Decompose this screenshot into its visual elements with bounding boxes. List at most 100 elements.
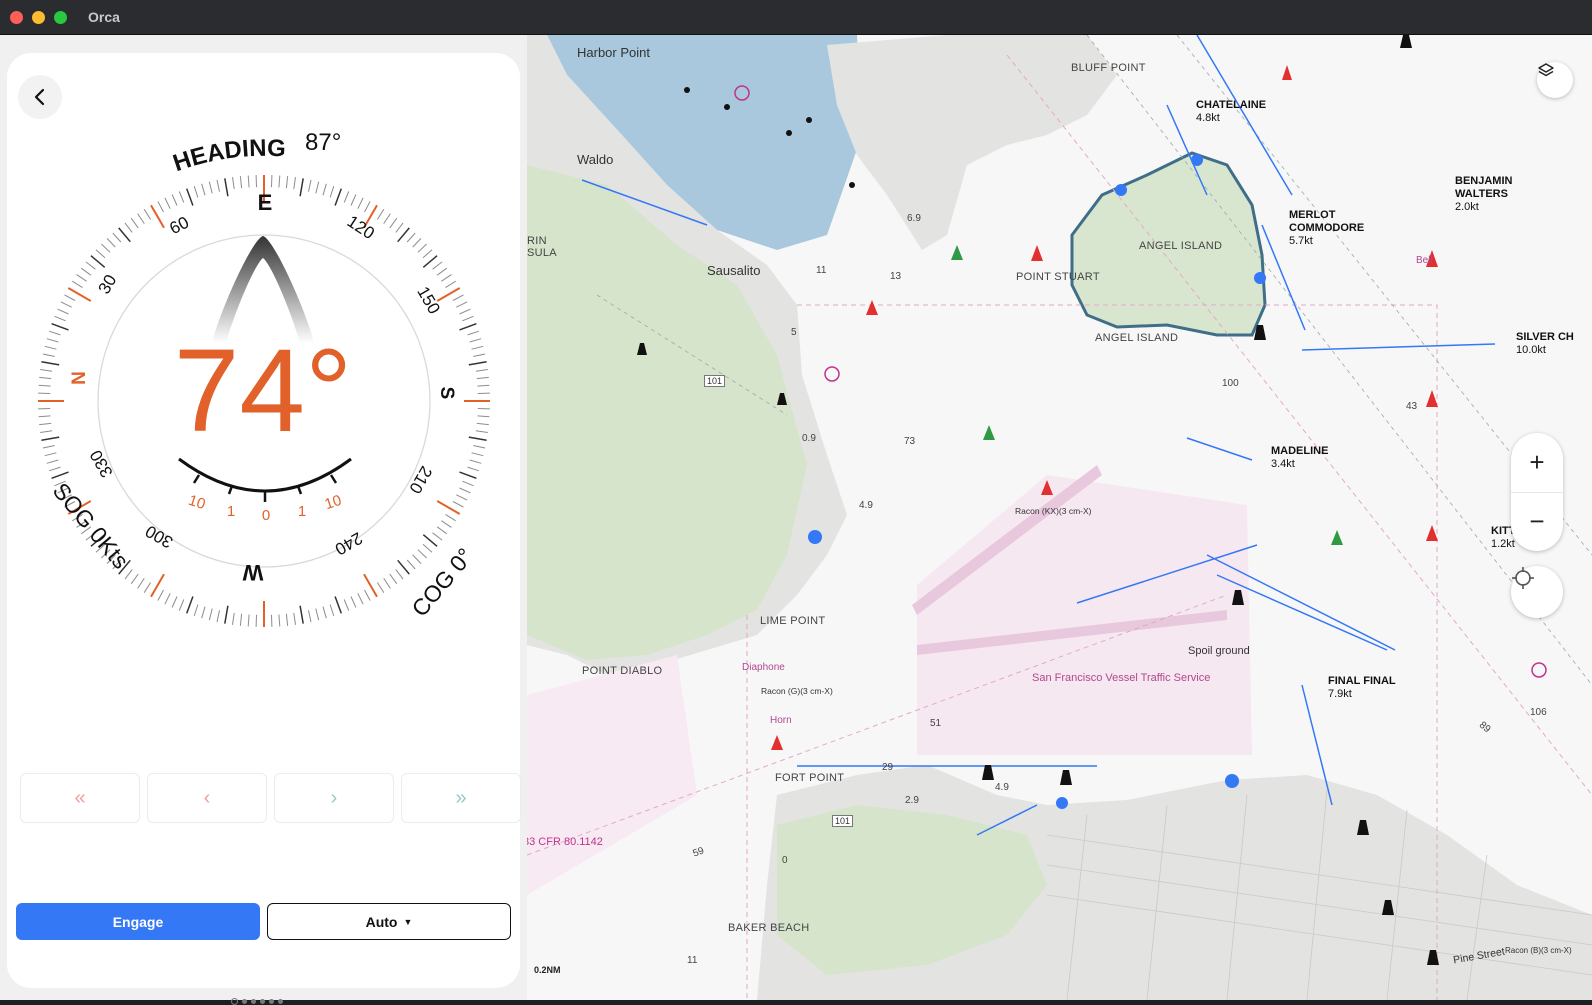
- depth-sounding: 11: [687, 955, 697, 966]
- bell-label: Bell: [1416, 255, 1433, 266]
- compass-tick: [323, 184, 326, 196]
- locate-me-button[interactable]: [1511, 566, 1563, 618]
- compass-tick: [472, 346, 484, 349]
- compass-tick: [294, 613, 296, 625]
- compass-tick: [365, 202, 371, 213]
- degree-label: 330: [86, 447, 117, 481]
- compass-tick: [462, 481, 473, 486]
- heading-plus-1-button[interactable]: ›: [274, 773, 394, 823]
- compass-tick: [351, 597, 356, 608]
- compass-tick: [47, 460, 59, 463]
- rudder-label: 0: [262, 507, 270, 524]
- horn-label: Horn: [770, 715, 792, 726]
- zoom-in-button[interactable]: +: [1511, 433, 1563, 493]
- engage-button[interactable]: Engage: [16, 903, 260, 940]
- compass-tick: [225, 178, 228, 196]
- minimize-window-button[interactable]: [32, 11, 45, 24]
- compass-tick: [453, 295, 464, 301]
- compass-tick: [39, 423, 51, 424]
- compass-tick: [131, 218, 138, 228]
- compass-tick: [470, 460, 482, 463]
- heading-minus-1-button[interactable]: ‹: [147, 773, 267, 823]
- heading-minus-10-button[interactable]: «: [20, 773, 140, 823]
- compass-tick: [77, 275, 87, 282]
- compass-tick: [476, 431, 488, 433]
- heading-plus-10-button[interactable]: »: [401, 773, 521, 823]
- depth-sounding: 0.9: [802, 433, 816, 444]
- compass-tick: [437, 527, 447, 534]
- page-dot-current[interactable]: [231, 998, 238, 1005]
- compass-tick: [279, 615, 280, 627]
- compass-tick: [179, 192, 184, 203]
- compass-tick: [158, 590, 164, 601]
- compass-tick: [344, 192, 349, 203]
- compass-tick: [478, 416, 490, 417]
- autopilot-panel: HEADING 87° SOG 0Kts COG 0° E N S W 60 1…: [0, 35, 527, 1000]
- compass-tick: [309, 610, 312, 622]
- place-label: Harbor Point: [577, 45, 650, 60]
- rudder-label: 1: [227, 503, 235, 520]
- racon-label: Racon (G)(3 cm-X): [761, 686, 833, 696]
- compass-tick: [460, 488, 471, 493]
- heading-value: 87°: [305, 129, 341, 156]
- depth-sounding: 0: [782, 855, 788, 866]
- compass-tick: [202, 607, 205, 619]
- cardinal-west: W: [242, 560, 263, 585]
- vessel-label[interactable]: BENJAMIN WALTERS2.0kt: [1455, 175, 1525, 214]
- course-readout: 74°: [174, 325, 352, 457]
- depth-sounding: 5: [791, 327, 797, 338]
- depth-sounding: 106: [1530, 707, 1547, 718]
- compass-tick: [248, 176, 249, 188]
- compass-tick: [39, 385, 51, 386]
- racon-label: Racon (KX)(3 cm-X): [1015, 506, 1092, 516]
- nautical-chart[interactable]: Harbor Point Waldo Sausalito BLUFF POINT…: [527, 35, 1592, 1000]
- mode-label: Auto: [366, 914, 398, 930]
- compass-tick: [144, 583, 150, 593]
- depth-sounding: 100: [1222, 378, 1239, 389]
- compass-tick: [52, 472, 69, 478]
- layers-icon: [1537, 62, 1555, 80]
- compass-tick: [45, 453, 57, 456]
- compass-tick: [86, 262, 96, 269]
- compass-tick: [81, 268, 91, 275]
- compass-tick: [472, 453, 484, 456]
- compass-tick: [377, 209, 383, 219]
- compass-tick: [172, 195, 177, 206]
- zoom-window-button[interactable]: [54, 11, 67, 24]
- vessel-label[interactable]: MERLOT COMMODORE5.7kt: [1289, 209, 1394, 248]
- mode-select[interactable]: Auto ▼: [267, 903, 511, 940]
- vessel-label[interactable]: SILVER CH10.0kt: [1516, 331, 1574, 357]
- compass-tick: [316, 609, 319, 621]
- compass-tick: [468, 467, 479, 471]
- compass-tick: [91, 256, 105, 268]
- layers-button[interactable]: [1537, 62, 1573, 98]
- degree-label: 60: [166, 213, 191, 239]
- compass-tick: [39, 377, 51, 378]
- compass-tick: [40, 370, 52, 372]
- vessel-label[interactable]: CHATELAINE4.8kt: [1196, 99, 1266, 125]
- place-label: ANGEL ISLAND: [1095, 332, 1178, 344]
- rudder-label: 10: [186, 492, 207, 513]
- compass-tick: [240, 176, 241, 188]
- vessel-label[interactable]: MADELINE3.4kt: [1271, 445, 1328, 471]
- vessel-label[interactable]: FINAL FINAL7.9kt: [1328, 675, 1396, 701]
- compass-tick: [460, 472, 477, 478]
- compass-dial: HEADING 87° SOG 0Kts COG 0° E N S W 60 1…: [7, 53, 520, 653]
- compass-tick: [323, 607, 326, 619]
- close-window-button[interactable]: [10, 11, 23, 24]
- degree-label: 120: [344, 212, 378, 243]
- compass-tick: [398, 228, 410, 242]
- compass-tick: [423, 256, 437, 268]
- zoom-out-button[interactable]: −: [1511, 493, 1563, 552]
- place-label: POINT STUART: [1016, 271, 1100, 283]
- compass-tick: [107, 238, 115, 247]
- depth-sounding: 13: [890, 271, 901, 282]
- compass-tick: [423, 250, 432, 258]
- compass-tick: [45, 346, 57, 349]
- compass-tick: [300, 178, 303, 196]
- compass-tick: [396, 223, 403, 233]
- compass-tick: [469, 362, 487, 365]
- compass-tick: [441, 521, 451, 528]
- compass-tick: [358, 593, 363, 604]
- diaphone-label: Diaphone: [742, 662, 785, 673]
